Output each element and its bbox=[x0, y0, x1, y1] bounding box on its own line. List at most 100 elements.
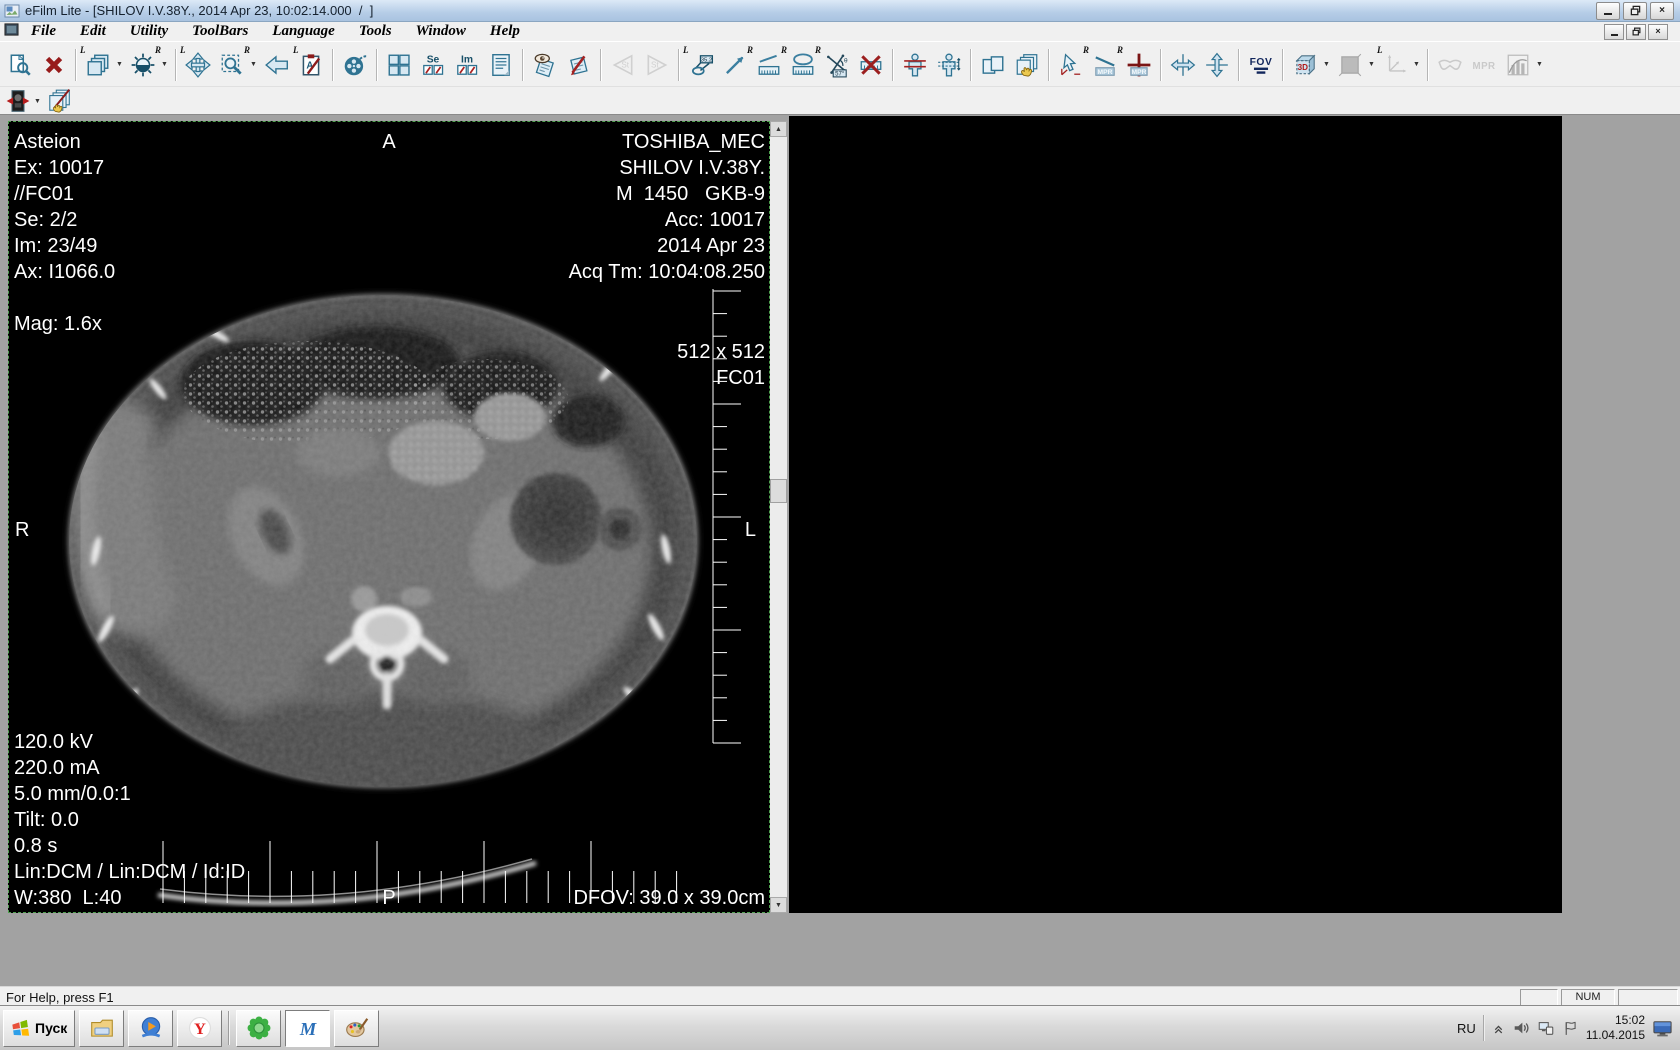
overlay-line: TOSHIBA_MEC bbox=[569, 129, 765, 155]
annotations-button[interactable]: AL bbox=[295, 49, 327, 81]
menu-utility[interactable]: Utility bbox=[130, 23, 168, 40]
measure-ellipse-button[interactable]: R bbox=[787, 49, 819, 81]
display-icon[interactable] bbox=[1652, 1019, 1673, 1038]
volume-3d-button[interactable]: 3D bbox=[1289, 49, 1321, 81]
toolbar-separator bbox=[522, 49, 524, 81]
overlay-line: //FC01 bbox=[14, 181, 115, 207]
volume-icon[interactable] bbox=[1512, 1019, 1530, 1037]
taskbar-media-player[interactable] bbox=[128, 1010, 173, 1047]
measure-distance-button[interactable]: R bbox=[753, 49, 785, 81]
taskbar-yandex-browser[interactable]: Y bbox=[177, 1010, 222, 1047]
stack-scroll-button[interactable] bbox=[1011, 49, 1043, 81]
network-icon[interactable] bbox=[1537, 1019, 1555, 1037]
child-restore-icon bbox=[1632, 27, 1641, 36]
windows-logo-icon bbox=[11, 1019, 30, 1038]
taskbar-efilm-merge[interactable]: M bbox=[285, 1010, 330, 1047]
tile-images-button[interactable] bbox=[977, 49, 1009, 81]
cursor-3d-button[interactable]: R bbox=[1055, 49, 1087, 81]
child-restore-button[interactable] bbox=[1626, 24, 1646, 40]
reset-view-button[interactable] bbox=[261, 49, 293, 81]
menu-edit[interactable]: Edit bbox=[80, 23, 106, 40]
flip-vertical-button[interactable] bbox=[1201, 49, 1233, 81]
taskbar-explorer[interactable] bbox=[79, 1010, 124, 1047]
toolbar-separator bbox=[678, 49, 680, 81]
stack-annotate-button[interactable] bbox=[45, 88, 73, 114]
close-study-button[interactable] bbox=[38, 49, 70, 81]
tray-date: 11.04.2015 bbox=[1586, 1028, 1645, 1043]
svg-text:35.2: 35.2 bbox=[701, 57, 712, 63]
svg-text:θ: θ bbox=[844, 57, 848, 64]
scout-lines-button[interactable] bbox=[933, 49, 965, 81]
auto-window-icon bbox=[5, 88, 31, 114]
empty-viewport[interactable] bbox=[789, 116, 1562, 913]
menu-toolbars[interactable]: ToolBars bbox=[192, 23, 248, 40]
overlay-line: Mag: 1.6x bbox=[14, 311, 115, 337]
menu-window[interactable]: Window bbox=[416, 23, 466, 40]
cine-button[interactable] bbox=[339, 49, 371, 81]
volume-3d-dropdown[interactable]: ▼ bbox=[1321, 50, 1332, 80]
mpr-ortho-button[interactable]: MPR bbox=[1123, 49, 1155, 81]
orientation-posterior: P bbox=[382, 885, 395, 911]
edit-report-button[interactable] bbox=[563, 49, 595, 81]
auto-window-button[interactable] bbox=[4, 88, 32, 114]
menu-file[interactable]: File bbox=[31, 23, 56, 40]
explorer-icon bbox=[89, 1015, 115, 1041]
child-minimize-button[interactable] bbox=[1604, 24, 1624, 40]
open-images-button[interactable] bbox=[4, 49, 36, 81]
efilm-window: eFilm Lite - [SHILOV I.V.38Y., 2014 Apr … bbox=[0, 0, 1680, 1050]
delete-measurements-button[interactable] bbox=[855, 49, 887, 81]
fov-button[interactable]: FOV bbox=[1245, 49, 1277, 81]
mouse-button-hint: L bbox=[293, 45, 299, 55]
paint-icon bbox=[344, 1015, 370, 1041]
probe-button[interactable]: 35.2L bbox=[685, 49, 717, 81]
histogram-dropdown: ▼ bbox=[1534, 50, 1545, 80]
flip-horizontal-button[interactable] bbox=[1167, 49, 1199, 81]
svg-text:MPR: MPR bbox=[1132, 68, 1147, 75]
mouse-button-hint: R bbox=[244, 45, 250, 55]
taskbar-icq[interactable] bbox=[236, 1010, 281, 1047]
measure-angle-button[interactable]: θ57° bbox=[821, 49, 853, 81]
taskbar-paint[interactable] bbox=[334, 1010, 379, 1047]
scroll-up-button[interactable]: ▲ bbox=[770, 121, 787, 137]
tray-clock[interactable]: 15:02 11.04.2015 bbox=[1586, 1013, 1645, 1043]
action-center-flag-icon[interactable] bbox=[1562, 1020, 1579, 1037]
next-study-button: St bbox=[641, 49, 673, 81]
menu-tools[interactable]: Tools bbox=[359, 23, 392, 40]
menu-help[interactable]: Help bbox=[490, 23, 520, 40]
restore-button[interactable] bbox=[1623, 2, 1647, 20]
mpr-oblique-button[interactable]: MPRR bbox=[1089, 49, 1121, 81]
language-indicator[interactable]: RU bbox=[1457, 1021, 1476, 1036]
zoom-button[interactable]: R bbox=[216, 49, 248, 81]
app-icon[interactable] bbox=[4, 3, 20, 19]
zoom-icon bbox=[219, 52, 245, 78]
close-button[interactable]: × bbox=[1650, 2, 1674, 20]
image-viewport[interactable]: AsteionEx: 10017//FC01Se: 2/2Im: 23/49Ax… bbox=[8, 121, 770, 913]
hidden-icons-chevron[interactable] bbox=[1492, 1022, 1505, 1035]
minimize-button[interactable] bbox=[1596, 2, 1620, 20]
child-window-icon[interactable] bbox=[4, 22, 19, 42]
toolbar-separator bbox=[970, 49, 972, 81]
scroll-thumb[interactable] bbox=[770, 479, 787, 503]
cine-icon bbox=[342, 52, 368, 78]
view-report-button[interactable] bbox=[529, 49, 561, 81]
overlay-line: Ex: 10017 bbox=[14, 155, 115, 181]
layout-grid-button[interactable] bbox=[383, 49, 415, 81]
stack-mode-dropdown[interactable]: ▼ bbox=[114, 50, 125, 80]
pan-button[interactable]: L bbox=[182, 49, 214, 81]
image-layout-button[interactable]: Im bbox=[451, 49, 483, 81]
child-close-button[interactable]: × bbox=[1648, 24, 1668, 40]
auto-window-dropdown[interactable]: ▼ bbox=[32, 86, 43, 116]
overlay-line bbox=[14, 285, 115, 311]
dicom-header-button[interactable] bbox=[485, 49, 517, 81]
reference-lines-button[interactable] bbox=[899, 49, 931, 81]
stack-mode-button[interactable]: L bbox=[82, 49, 114, 81]
viewport-scrollbar[interactable]: ▲ ▼ bbox=[770, 121, 787, 913]
flip-vertical-icon bbox=[1204, 52, 1230, 78]
series-layout-button[interactable]: Se bbox=[417, 49, 449, 81]
menu-language[interactable]: Language bbox=[272, 23, 335, 40]
overlay-line: 220.0 mA bbox=[14, 755, 245, 781]
window-level-button[interactable]: R bbox=[127, 49, 159, 81]
measure-line-button[interactable]: R bbox=[719, 49, 751, 81]
start-button[interactable]: Пуск bbox=[3, 1010, 75, 1047]
scroll-down-button[interactable]: ▼ bbox=[770, 897, 787, 913]
